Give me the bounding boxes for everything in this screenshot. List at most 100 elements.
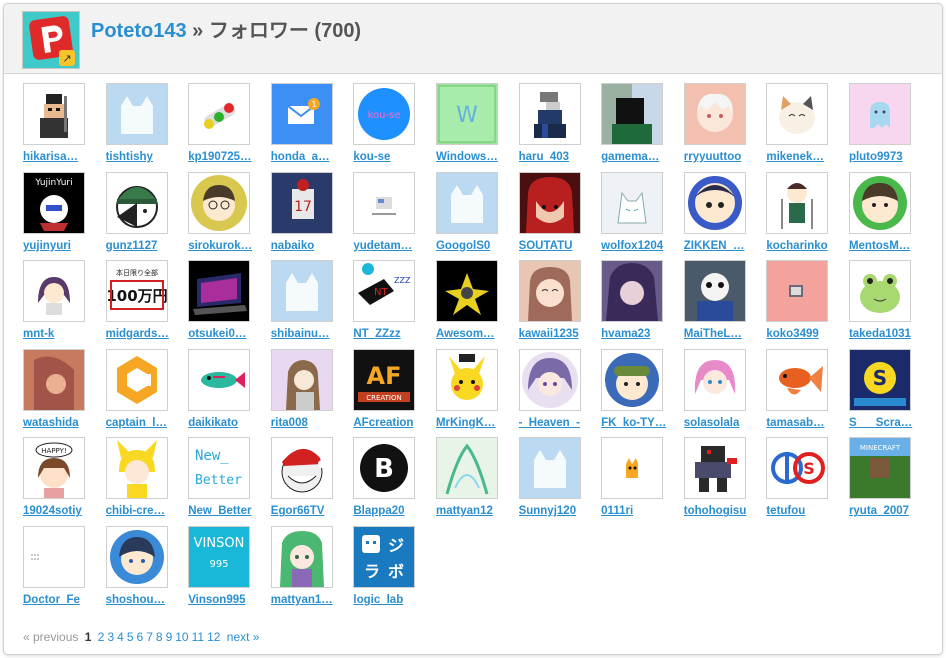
follower-username[interactable]: Windows…	[436, 151, 512, 163]
follower-username[interactable]: Awesom…	[436, 328, 512, 340]
follower-avatar[interactable]	[683, 260, 746, 323]
page-link[interactable]: 2	[98, 630, 105, 644]
follower-username[interactable]: kawaii1235	[519, 328, 595, 340]
follower-avatar[interactable]	[23, 348, 85, 411]
follower-username[interactable]: tohohogisu	[684, 505, 760, 517]
follower-username[interactable]: -_Heaven_-	[519, 417, 595, 429]
follower-username[interactable]: Blappa20	[353, 505, 429, 517]
follower-avatar[interactable]: ジラボ	[353, 525, 416, 588]
follower-username[interactable]: yujinyuri	[23, 240, 99, 252]
follower-username[interactable]: solasolala	[684, 417, 760, 429]
follower-avatar[interactable]: NT ZZZ	[353, 260, 416, 323]
follower-avatar[interactable]: B	[353, 437, 416, 500]
follower-username[interactable]: sirokurok…	[188, 240, 264, 252]
follower-avatar[interactable]: HAPPY!	[23, 437, 85, 500]
follower-username[interactable]: captain_l…	[106, 417, 182, 429]
follower-username[interactable]: mattyan12	[436, 505, 512, 517]
follower-username[interactable]: hvama23	[601, 328, 677, 340]
follower-username[interactable]: MrKingK…	[436, 417, 512, 429]
follower-username[interactable]: shibainu…	[271, 328, 347, 340]
follower-username[interactable]: mikenek…	[766, 151, 842, 163]
follower-avatar[interactable]: 1	[270, 83, 333, 145]
page-link[interactable]: 5	[127, 630, 134, 644]
follower-username[interactable]: MaiTheL…	[684, 328, 760, 340]
follower-avatar[interactable]	[601, 171, 664, 234]
follower-username[interactable]: nabaiko	[271, 240, 347, 252]
follower-avatar[interactable]	[188, 171, 251, 234]
follower-username[interactable]: NT_ZZzz	[353, 328, 429, 340]
follower-avatar[interactable]	[270, 348, 333, 411]
page-link[interactable]: 10	[175, 630, 188, 644]
follower-username[interactable]: AFcreation	[353, 417, 429, 429]
follower-username[interactable]: tamasab…	[766, 417, 842, 429]
follower-username[interactable]: mnt-k	[23, 328, 99, 340]
follower-avatar[interactable]	[601, 260, 664, 323]
follower-avatar[interactable]: New_ Better	[188, 437, 251, 500]
follower-username[interactable]: tetufou	[766, 505, 842, 517]
follower-username[interactable]: ryuta_2007	[849, 505, 925, 517]
follower-username[interactable]: Vinson995	[188, 594, 264, 606]
follower-avatar[interactable]: 17	[270, 171, 333, 234]
follower-username[interactable]: pluto9973	[849, 151, 925, 163]
follower-username[interactable]: rita008	[271, 417, 347, 429]
follower-username[interactable]: watashida	[23, 417, 99, 429]
page-link[interactable]: 9	[166, 630, 173, 644]
page-link[interactable]: 6	[137, 630, 144, 644]
follower-username[interactable]: 0111ri	[601, 505, 677, 517]
follower-username[interactable]: ZIKKEN_…	[684, 240, 760, 252]
page-link[interactable]: 7	[146, 630, 153, 644]
follower-avatar[interactable]	[435, 171, 498, 234]
follower-avatar[interactable]: W	[435, 83, 498, 145]
follower-username[interactable]: otsukei0…	[188, 328, 264, 340]
follower-avatar[interactable]	[105, 83, 168, 145]
follower-avatar[interactable]	[435, 348, 498, 411]
follower-username[interactable]: Egor66TV	[271, 505, 347, 517]
follower-avatar[interactable]: S	[848, 348, 911, 411]
follower-username[interactable]: mattyan1…	[271, 594, 347, 606]
page-link[interactable]: 3	[107, 630, 114, 644]
follower-avatar[interactable]: YujinYuri	[23, 171, 85, 234]
follower-username[interactable]: yudetam…	[353, 240, 429, 252]
follower-username[interactable]: kp190725…	[188, 151, 264, 163]
follower-avatar[interactable]: MINECRAFT	[848, 437, 911, 500]
follower-avatar[interactable]	[848, 260, 911, 323]
follower-username[interactable]: GoogolS0	[436, 240, 512, 252]
follower-username[interactable]: hikarisa…	[23, 151, 99, 163]
follower-avatar[interactable]	[518, 171, 581, 234]
page-link[interactable]: 8	[156, 630, 163, 644]
follower-username[interactable]: logic_lab	[353, 594, 429, 606]
follower-avatar[interactable]: VINSON 995	[188, 525, 251, 588]
follower-username[interactable]: haru_403	[519, 151, 595, 163]
follower-avatar[interactable]	[766, 83, 829, 145]
follower-avatar[interactable]	[518, 260, 581, 323]
follower-avatar[interactable]: kou-se	[353, 83, 416, 145]
follower-username[interactable]: S___Scra…	[849, 417, 925, 429]
follower-username[interactable]: midgards…	[106, 328, 182, 340]
follower-avatar[interactable]	[188, 83, 251, 145]
follower-username[interactable]: MentosM…	[849, 240, 925, 252]
follower-username[interactable]: wolfox1204	[601, 240, 677, 252]
follower-avatar[interactable]	[683, 437, 746, 500]
follower-username[interactable]: rryyuuttoo	[684, 151, 760, 163]
follower-avatar[interactable]	[683, 348, 746, 411]
follower-username[interactable]: shoshou…	[106, 594, 182, 606]
follower-username[interactable]: Sunnyj120	[519, 505, 595, 517]
follower-avatar[interactable]	[766, 348, 829, 411]
follower-avatar[interactable]	[848, 171, 911, 234]
follower-avatar[interactable]	[601, 437, 664, 500]
follower-avatar[interactable]: 本日限り全部 100万円	[105, 260, 168, 323]
follower-username[interactable]: honda_a…	[271, 151, 347, 163]
follower-avatar[interactable]	[23, 525, 85, 588]
follower-avatar[interactable]	[518, 348, 581, 411]
follower-avatar[interactable]	[435, 437, 498, 500]
follower-avatar[interactable]	[23, 83, 85, 145]
follower-username[interactable]: kou-se	[353, 151, 429, 163]
follower-avatar[interactable]	[105, 525, 168, 588]
follower-avatar[interactable]	[105, 437, 168, 500]
owner-link[interactable]: Poteto143	[91, 20, 187, 42]
follower-avatar[interactable]	[23, 260, 85, 323]
follower-username[interactable]: 19024sotiy	[23, 505, 99, 517]
follower-username[interactable]: takeda1031	[849, 328, 925, 340]
follower-avatar[interactable]: S	[766, 437, 829, 500]
follower-avatar[interactable]	[188, 260, 251, 323]
